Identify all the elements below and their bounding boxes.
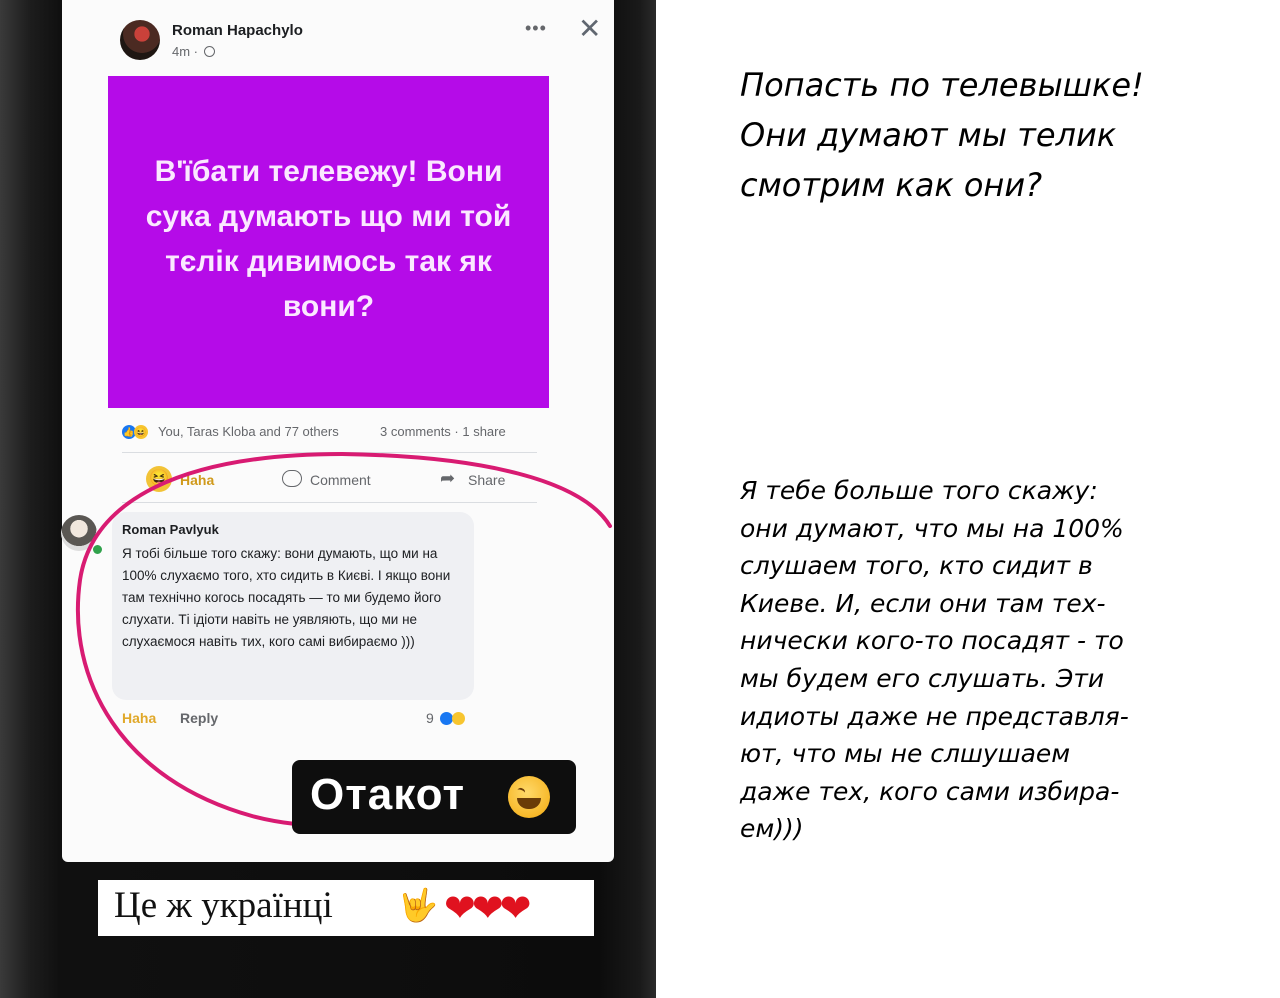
post-timestamp: 4m · [172,44,215,59]
story-frame: Roman Hapachylo 4m · ••• ✕ В'їбати телев… [0,0,656,998]
post-header: Roman Hapachylo 4m · ••• ✕ [120,13,601,68]
hearts-icon: ❤❤❤ [444,888,532,930]
globe-icon [203,46,215,57]
sticker-text: Отакот [310,770,466,819]
story-caption: Це ж українці 🤟 ❤❤❤ [98,880,594,936]
rock-hand-icon: 🤟 [398,887,438,923]
haha-icon: 😆 [134,425,148,439]
translation-title: Попасть по телевышке! Они думают мы тели… [740,66,1144,204]
sticker-otakot: Отакот [292,760,576,834]
post-text: В'їбати телевежу! Вони сука думають що м… [145,155,512,323]
post-text-background: В'їбати телевежу! Вони сука думають що м… [108,76,549,408]
caption-text: Це ж українці [114,885,333,926]
poster-avatar[interactable] [120,20,160,60]
poster-name[interactable]: Roman Hapachylo [172,22,303,39]
close-icon[interactable]: ✕ [578,12,601,45]
reactions-summary[interactable]: 👍 😆 You, Taras Kloba and 77 others 3 com… [122,422,542,442]
laughing-face-icon [508,776,550,818]
more-icon[interactable]: ••• [525,18,547,39]
comments-shares-count[interactable]: 3 comments · 1 share [380,424,506,439]
translation-body: Я тебе больше того скажу: они думают, чт… [740,476,1129,844]
reactions-text: You, Taras Kloba and 77 others [158,424,339,439]
